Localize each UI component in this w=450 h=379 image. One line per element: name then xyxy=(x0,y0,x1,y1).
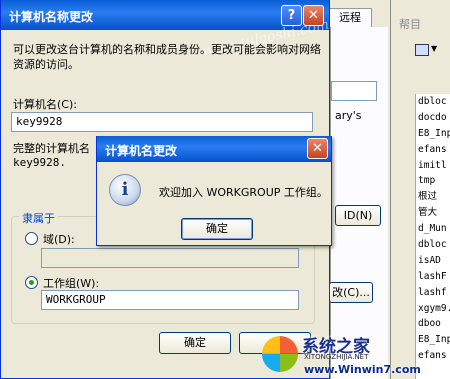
description-field[interactable] xyxy=(331,81,377,101)
radio-selected-dot xyxy=(29,280,34,285)
list-item[interactable]: dbloc xyxy=(416,237,450,253)
close-icon[interactable]: ✕ xyxy=(303,5,324,26)
list-item[interactable]: isAD xyxy=(416,253,450,269)
help-icon[interactable]: ? xyxy=(281,5,302,26)
list-item[interactable]: d_Mun xyxy=(416,221,450,237)
network-id-button[interactable]: ID(N) xyxy=(335,205,381,226)
list-item[interactable]: lashF xyxy=(416,269,450,285)
view-grid-icon[interactable] xyxy=(415,44,429,56)
list-item[interactable]: lashf xyxy=(416,285,450,301)
domain-radio[interactable] xyxy=(25,232,38,245)
dialog-title: 计算机名称更改 xyxy=(9,10,94,24)
workgroup-label: 工作组(W): xyxy=(43,277,100,290)
owner-fragment: ary's xyxy=(335,109,362,122)
tab-remote[interactable]: 远程 xyxy=(328,8,372,28)
site-logo: 系统之家 XITONGZHIJIA.NET www.Winwin7.com xyxy=(258,326,450,379)
list-item[interactable]: tmp xyxy=(416,173,450,189)
background-app-window: 帮目 ▼ dbloc docdo E8_Inp efans imitl tmp … xyxy=(390,0,450,379)
domain-input[interactable] xyxy=(41,248,299,268)
message-box: 计算机名更改 ✕ i 欢迎加入 WORKGROUP 工作组。 确定 xyxy=(96,136,332,246)
change-button[interactable]: 改(C)... xyxy=(329,282,373,303)
list-item[interactable]: imitl xyxy=(416,158,450,174)
logo-pinyin: XITONGZHIJIA.NET xyxy=(304,353,369,361)
full-name-value: key9928. xyxy=(13,156,66,169)
windows-logo-icon xyxy=(262,336,298,372)
title-bar[interactable]: 计算机名称更改 www.tulaoshi.com ? ✕ xyxy=(1,0,331,59)
message-ok-button[interactable]: 确定 xyxy=(181,218,253,240)
message-box-title: 计算机名更改 xyxy=(105,144,178,158)
workgroup-radio[interactable] xyxy=(25,276,38,289)
message-title-bar[interactable]: 计算机名更改 ✕ xyxy=(97,136,331,162)
chevron-down-icon[interactable]: ▼ xyxy=(431,44,437,53)
computer-name-input[interactable]: key9928 xyxy=(11,112,313,132)
menu-fragment[interactable]: 帮目 xyxy=(399,16,421,32)
workgroup-input[interactable]: WORKGROUP xyxy=(41,290,299,310)
domain-label: 域(D): xyxy=(43,233,75,246)
dialog-description: 可以更改这台计算机的名称和成员身份。更改可能会影响对网络资源的访问。 xyxy=(13,43,321,71)
list-item[interactable]: 根过 xyxy=(416,189,450,205)
list-item[interactable]: xgym9.9 xyxy=(416,301,450,317)
member-of-label: 隶属于 xyxy=(19,210,58,226)
list-item[interactable]: 管大 xyxy=(416,205,450,221)
list-item[interactable]: docdo xyxy=(416,110,450,126)
ok-button[interactable]: 确定 xyxy=(159,332,231,354)
list-item[interactable]: E8_Inp xyxy=(416,126,450,142)
message-text: 欢迎加入 WORKGROUP 工作组。 xyxy=(159,186,328,199)
computer-name-label: 计算机名(C): xyxy=(13,98,77,111)
logo-url: www.Winwin7.com xyxy=(304,363,421,376)
list-item[interactable]: efans xyxy=(416,142,450,158)
list-item[interactable]: dbloc xyxy=(416,94,450,110)
full-name-label: 完整的计算机名 xyxy=(13,142,90,155)
close-icon[interactable]: ✕ xyxy=(307,138,328,159)
info-icon: i xyxy=(109,174,141,206)
